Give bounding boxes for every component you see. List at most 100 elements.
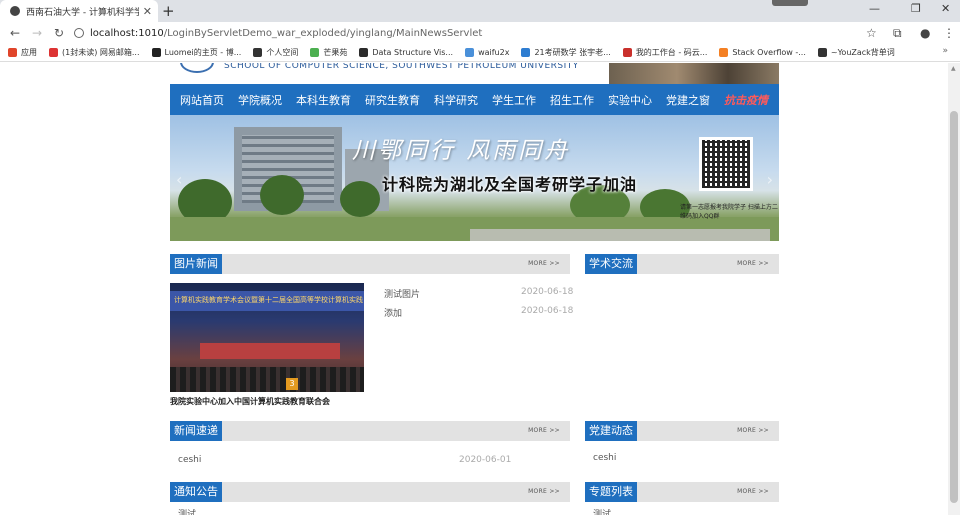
account-icon[interactable]: ● xyxy=(920,26,930,40)
list-date: 2020-06-18 xyxy=(521,306,574,316)
nav-item[interactable]: 实验中心 xyxy=(608,92,652,108)
list-date: 2020-06-18 xyxy=(521,287,574,297)
nav-item[interactable]: 网站首页 xyxy=(180,92,224,108)
hero-banner[interactable]: ‹ › 川鄂同行 风雨同舟 计科院为湖北及全国考研学子加油 请第一志愿报考我院学… xyxy=(170,115,779,241)
scrollbar-thumb[interactable] xyxy=(950,111,958,503)
bookmark-item[interactable]: Luomei的主页 - 博... xyxy=(151,47,242,58)
minimize-button[interactable]: — xyxy=(869,2,880,15)
header-photo xyxy=(609,63,779,84)
nav-item[interactable]: 党建之窗 xyxy=(666,92,710,108)
section-news-flash: 新闻速递 MORE >> xyxy=(170,421,570,441)
section-academic: 学术交流 MORE >> xyxy=(585,254,779,274)
nav-item[interactable]: 抗击疫情 xyxy=(724,92,768,108)
bookmark-item[interactable]: 应用 xyxy=(8,47,37,58)
bookmark-favicon-icon xyxy=(719,48,729,57)
banner-slogan-bottom: 计科院为湖北及全国考研学子加油 xyxy=(382,175,638,194)
scroll-up-icon[interactable]: ▲ xyxy=(951,65,956,72)
forward-button[interactable]: → xyxy=(26,26,48,40)
list-item[interactable]: ceshi xyxy=(178,455,201,465)
more-link[interactable]: MORE >> xyxy=(528,427,560,434)
back-button[interactable]: ← xyxy=(4,26,26,40)
bookmark-label: (1封未读) 网易邮箱... xyxy=(62,48,140,57)
photo-screen-text: 计算机实践教育学术会议暨第十二届全国高等学校计算机实践 xyxy=(174,296,363,304)
bookmark-label: Data Structure Vis... xyxy=(372,48,454,57)
bookmark-favicon-icon xyxy=(465,48,475,57)
section-party: 党建动态 MORE >> xyxy=(585,421,779,441)
list-item[interactable]: 测试 xyxy=(593,507,611,515)
bookmark-favicon-icon xyxy=(359,48,369,57)
list-date: 2020-06-01 xyxy=(459,455,512,465)
list-item[interactable]: 添加 xyxy=(384,306,402,319)
close-window-button[interactable]: ✕ xyxy=(941,2,950,15)
nav-item[interactable]: 学生工作 xyxy=(492,92,536,108)
address-bar[interactable]: localhost:1010/LoginByServletDemo_war_ex… xyxy=(66,24,856,42)
bookmark-favicon-icon xyxy=(49,48,58,57)
section-topics: 专题列表 MORE >> xyxy=(585,482,779,502)
maximize-button[interactable]: ❐ xyxy=(911,2,921,15)
nav-item[interactable]: 招生工作 xyxy=(550,92,594,108)
section-photo-news: 图片新闻 MORE >> xyxy=(170,254,570,274)
close-tab-icon[interactable]: ✕ xyxy=(143,5,152,18)
browser-tab[interactable]: 西南石油大学 - 计算机科学学院 ✕ xyxy=(0,0,158,22)
photo-caption[interactable]: 我院实验中心加入中国计算机实践教育联合会 xyxy=(170,396,330,407)
school-logo xyxy=(180,63,214,73)
bookmark-label: Stack Overflow -... xyxy=(732,48,806,57)
list-item[interactable]: 测试 xyxy=(178,507,196,515)
tab-strip: 西南石油大学 - 计算机科学学院 ✕ + — ❐ ✕ xyxy=(0,0,960,22)
bookmark-item[interactable]: 个人空间 xyxy=(253,47,298,58)
section-title: 图片新闻 xyxy=(170,254,222,274)
bookmark-item[interactable]: Stack Overflow -... xyxy=(719,48,806,57)
banner-road xyxy=(470,229,770,241)
new-tab-button[interactable]: + xyxy=(162,2,175,20)
banner-prev-icon[interactable]: ‹ xyxy=(176,170,182,189)
url-host: localhost:1010 xyxy=(90,27,164,39)
nav-item[interactable]: 科学研究 xyxy=(434,92,478,108)
bookmark-label: 芒果苑 xyxy=(323,48,348,57)
page-scrollbar[interactable]: ▲ xyxy=(948,63,960,515)
bookmark-favicon-icon xyxy=(521,48,531,57)
nav-item[interactable]: 本科生教育 xyxy=(296,92,351,108)
bookmark-favicon-icon xyxy=(622,48,632,57)
more-link[interactable]: MORE >> xyxy=(528,488,560,495)
section-title: 学术交流 xyxy=(585,254,637,274)
bookmark-label: 21考研数学 张宇老... xyxy=(534,48,611,57)
star-icon[interactable]: ☆ xyxy=(866,26,877,40)
section-title: 党建动态 xyxy=(585,421,637,441)
extension-icon[interactable]: ⧉ xyxy=(893,26,902,41)
more-link[interactable]: MORE >> xyxy=(737,260,769,267)
nav-item[interactable]: 学院概况 xyxy=(238,92,282,108)
bookmark-label: Luomei的主页 - 博... xyxy=(164,48,242,57)
info-icon[interactable] xyxy=(74,28,84,38)
section-notice: 通知公告 MORE >> xyxy=(170,482,570,502)
section-title: 通知公告 xyxy=(170,482,222,502)
bookmark-item[interactable]: Data Structure Vis... xyxy=(359,48,453,57)
more-link[interactable]: MORE >> xyxy=(528,260,560,267)
bookmark-label: 个人空间 xyxy=(266,48,299,57)
bookmark-item[interactable]: 21考研数学 张宇老... xyxy=(521,47,611,58)
banner-slogan-top: 川鄂同行 风雨同舟 xyxy=(352,138,571,164)
more-link[interactable]: MORE >> xyxy=(737,488,769,495)
tab-title: 西南石油大学 - 计算机科学学院 xyxy=(26,7,139,18)
list-item[interactable]: 测试图片 xyxy=(384,287,420,300)
bookmark-item[interactable]: ~YouZack背单词 xyxy=(817,47,895,58)
menu-icon[interactable]: ⋮ xyxy=(943,26,955,40)
qr-code-pattern xyxy=(702,140,750,188)
list-item[interactable]: ceshi xyxy=(593,453,616,463)
bookmark-item[interactable]: 芒果苑 xyxy=(310,47,347,58)
news-photo[interactable]: 计算机实践教育学术会议暨第十二届全国高等学校计算机实践 3 xyxy=(170,283,364,392)
bookmarks-overflow[interactable]: » xyxy=(942,46,948,56)
photo-number-badge: 3 xyxy=(286,378,298,390)
qr-code xyxy=(699,137,753,191)
more-link[interactable]: MORE >> xyxy=(737,427,769,434)
bookmark-item[interactable]: 我的工作台 - 码云... xyxy=(622,47,707,58)
bookmark-item[interactable]: (1封未读) 网易邮箱... xyxy=(49,47,140,58)
nav-item[interactable]: 研究生教育 xyxy=(365,92,420,108)
photo-stage xyxy=(200,343,340,359)
bookmark-item[interactable]: waifu2x xyxy=(465,48,509,57)
bookmark-favicon-icon xyxy=(151,48,161,57)
photo-crowd xyxy=(170,367,364,392)
banner-next-icon[interactable]: › xyxy=(767,170,773,189)
bookmark-label: ~YouZack背单词 xyxy=(830,48,895,57)
bookmark-favicon-icon xyxy=(817,48,827,57)
window-handle xyxy=(772,0,808,6)
